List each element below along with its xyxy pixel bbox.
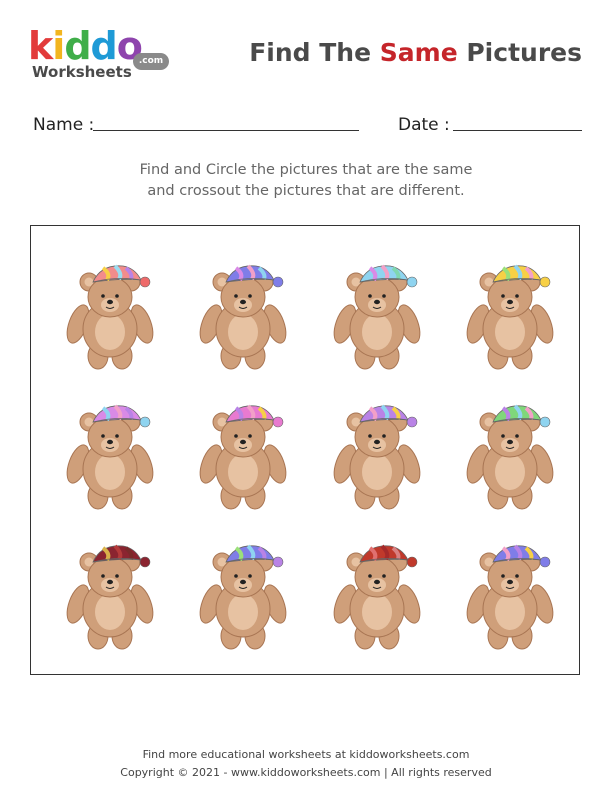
- bear-picture[interactable]: [328, 244, 428, 374]
- kiddo-logo: kiddo Worksheets .com: [28, 26, 178, 86]
- title-part: Pictures: [457, 38, 582, 67]
- bear-picture[interactable]: [61, 384, 161, 514]
- footer-line: Find more educational worksheets at kidd…: [142, 748, 470, 761]
- logo-letter: d: [90, 24, 118, 68]
- bear-picture[interactable]: [194, 524, 294, 654]
- bear-picture[interactable]: [328, 524, 428, 654]
- bear-picture[interactable]: [461, 524, 561, 654]
- title-accent: Same: [379, 38, 458, 67]
- instructions: Find and Circle the pictures that are th…: [0, 160, 612, 202]
- logo-letter: k: [28, 24, 53, 68]
- bear-picture[interactable]: [194, 244, 294, 374]
- bear-picture[interactable]: [61, 244, 161, 374]
- page-title: Find The Same Pictures: [249, 38, 582, 67]
- bear-picture[interactable]: [328, 384, 428, 514]
- instruction-line: and crossout the pictures that are diffe…: [147, 183, 465, 199]
- logo-wordmark: kiddo: [28, 24, 143, 68]
- title-part: Find The: [249, 38, 380, 67]
- name-line[interactable]: [93, 130, 359, 131]
- bear-picture[interactable]: [61, 524, 161, 654]
- logo-subtitle: Worksheets: [32, 63, 132, 81]
- name-label: Name :: [33, 115, 95, 135]
- date-line[interactable]: [453, 130, 582, 131]
- picture-grid: [30, 225, 580, 675]
- bear-picture[interactable]: [461, 244, 561, 374]
- copyright-line: Copyright © 2021 - www.kiddoworksheets.c…: [120, 766, 492, 779]
- bear-picture[interactable]: [194, 384, 294, 514]
- logo-tld-badge: .com: [133, 53, 169, 70]
- date-label: Date :: [398, 115, 450, 135]
- bear-picture[interactable]: [461, 384, 561, 514]
- instruction-line: Find and Circle the pictures that are th…: [139, 162, 473, 178]
- logo-letter: d: [64, 24, 91, 68]
- logo-letter: i: [52, 24, 65, 68]
